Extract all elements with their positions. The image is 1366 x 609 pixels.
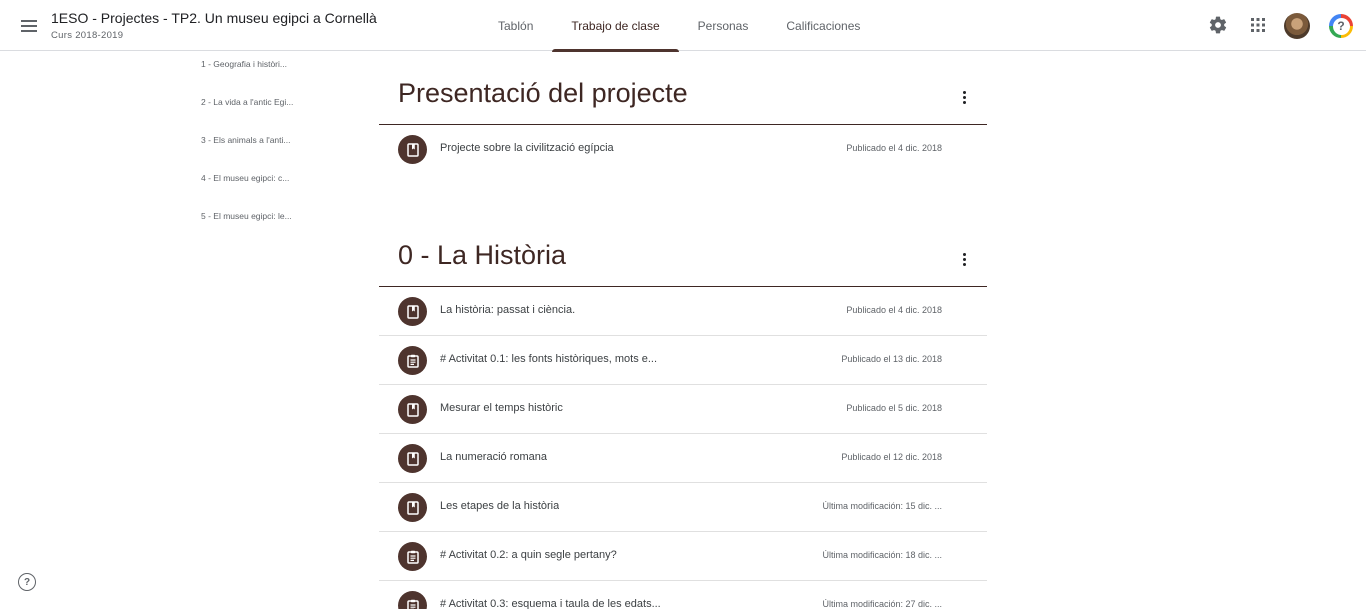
classwork-item[interactable]: Les etapes de la història Última modifica… [379, 483, 987, 532]
classwork-item[interactable]: La numeració romana Publicado el 12 dic. … [379, 434, 987, 483]
tab-grades[interactable]: Calificaciones [767, 0, 879, 51]
assignment-icon [398, 542, 427, 571]
help-circle-icon[interactable]: ? [18, 573, 36, 591]
assignment-icon [398, 591, 427, 609]
classwork-item-title: # Activitat 0.1: les fonts històriques, … [440, 353, 658, 365]
topic-title[interactable]: 0 - La Història [398, 240, 566, 271]
classwork-item-title: # Activitat 0.3: esquema i taula de les … [440, 598, 661, 609]
classwork-item[interactable]: Mesurar el temps històric Publicado el 5 … [379, 385, 987, 434]
classwork-item-title: # Activitat 0.2: a quin segle pertany? [440, 549, 617, 561]
classwork-item-date: Última modificación: 15 dic. ... [822, 501, 942, 511]
classwork-item-title: La història: passat i ciència. [440, 304, 576, 316]
classwork-item[interactable]: # Activitat 0.1: les fonts històriques, … [379, 336, 987, 385]
class-title[interactable]: 1ESO - Projectes - TP2. Un museu egipci … [51, 10, 377, 26]
classwork-item-date: Publicado el 4 dic. 2018 [846, 143, 942, 153]
topic-section-header: Presentació del projecte [379, 52, 987, 125]
classwork-item[interactable]: La història: passat i ciència. Publicado … [379, 287, 987, 336]
topic-list: 1 - Geografia i històri... 2 - La vida a… [201, 58, 311, 248]
material-icon [398, 135, 427, 164]
topic-item[interactable]: 2 - La vida a l'antic Egi... [201, 96, 311, 134]
avatar[interactable] [1284, 13, 1310, 39]
classwork-item-date: Publicado el 4 dic. 2018 [846, 305, 942, 315]
material-icon [398, 493, 427, 522]
class-subtitle: Curs 2018-2019 [51, 30, 124, 41]
material-icon [398, 395, 427, 424]
topic-item[interactable]: 4 - El museu egipci: c... [201, 172, 311, 210]
topic-title[interactable]: Presentació del projecte [398, 78, 688, 109]
classwork-item[interactable]: # Activitat 0.3: esquema i taula de les … [379, 581, 987, 609]
topic-item[interactable]: 3 - Els animals a l'anti... [201, 134, 311, 172]
material-icon [398, 444, 427, 473]
tab-stream[interactable]: Tablón [479, 0, 552, 51]
classwork-item-date: Publicado el 13 dic. 2018 [841, 354, 942, 364]
topic-section-header: 0 - La Història [379, 214, 987, 287]
classwork-item-date: Publicado el 12 dic. 2018 [841, 452, 942, 462]
more-vert-icon[interactable] [955, 88, 973, 106]
classwork-item-title: Mesurar el temps històric [440, 402, 563, 414]
tab-bar: Tablón Trabajo de clase Personas Calific… [479, 0, 879, 52]
classwork-item-title: Projecte sobre la civilització egípcia [440, 142, 614, 154]
help-glyph: ? [1332, 17, 1350, 35]
classwork-item-title: La numeració romana [440, 451, 548, 463]
menu-icon[interactable] [16, 13, 42, 39]
classwork-list: Presentació del projecte Projecte sobre l… [379, 52, 987, 609]
settings-icon[interactable] [1206, 13, 1230, 37]
classwork-item[interactable]: # Activitat 0.2: a quin segle pertany? Úl… [379, 532, 987, 581]
topic-item[interactable]: 5 - El museu egipci: le... [201, 210, 311, 248]
assignment-icon [398, 346, 427, 375]
top-app-bar: 1ESO - Projectes - TP2. Un museu egipci … [0, 0, 1366, 52]
more-vert-icon[interactable] [955, 250, 973, 268]
tab-people[interactable]: Personas [679, 0, 768, 51]
topic-item[interactable]: 1 - Geografia i històri... [201, 58, 311, 96]
tab-classwork[interactable]: Trabajo de clase [552, 0, 679, 52]
material-icon [398, 297, 427, 326]
classwork-item-date: Última modificación: 18 dic. ... [822, 550, 942, 560]
classwork-item-date: Publicado el 5 dic. 2018 [846, 403, 942, 413]
help-icon[interactable]: ? [1329, 14, 1353, 38]
apps-grid-icon[interactable] [1246, 13, 1270, 37]
classwork-item[interactable]: Projecte sobre la civilització egípcia Pu… [379, 125, 987, 174]
classwork-item-date: Última modificación: 27 dic. ... [822, 599, 942, 609]
classwork-item-title: Les etapes de la història [440, 500, 560, 512]
